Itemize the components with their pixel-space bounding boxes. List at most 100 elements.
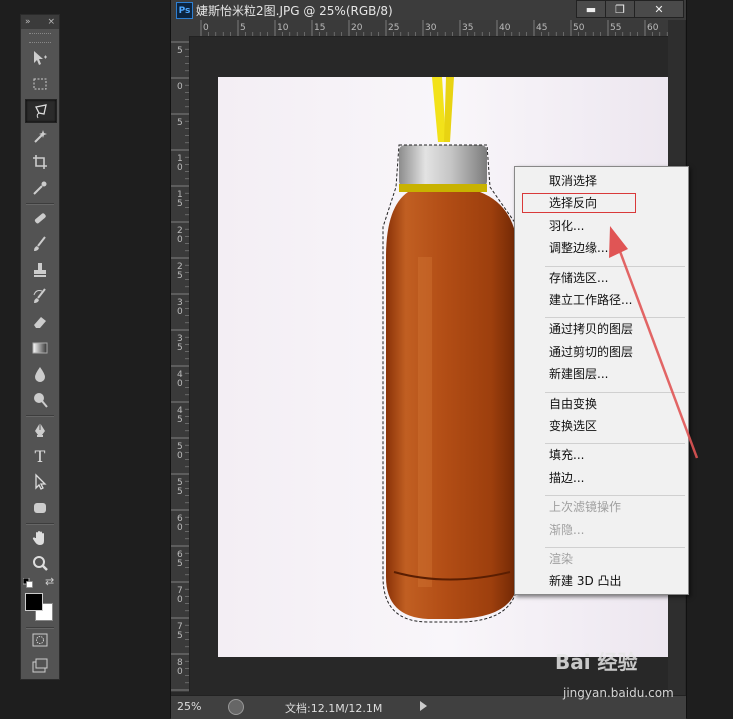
- ruler-label: 0: [177, 163, 183, 173]
- document-title: 婕斯怡米粒2图.JPG @ 25%(RGB/8): [196, 4, 393, 18]
- vertical-ruler[interactable]: 50510152025303540455055606570758085: [171, 36, 190, 692]
- pen-tool[interactable]: [25, 419, 55, 441]
- menu-item: 渐隐...: [549, 522, 585, 537]
- ruler-label: 0: [177, 595, 183, 605]
- ruler-label: 35: [462, 23, 473, 33]
- eraser-icon: [34, 317, 46, 328]
- dodge-tool[interactable]: [25, 389, 55, 411]
- menu-item[interactable]: 通过拷贝的图层: [549, 322, 633, 336]
- maximize-button[interactable]: ❐: [605, 0, 635, 18]
- history-brush-tool[interactable]: [25, 285, 55, 307]
- eyedropper-tool[interactable]: [25, 177, 55, 199]
- healing-icon: [34, 213, 46, 224]
- magic-wand-tool[interactable]: [25, 125, 55, 147]
- ruler-label: 60: [647, 23, 659, 33]
- menu-item[interactable]: 填充...: [549, 448, 584, 462]
- status-menu-arrow-icon[interactable]: [420, 701, 427, 711]
- ruler-origin[interactable]: [171, 20, 191, 37]
- close-panel-button[interactable]: ×: [47, 17, 55, 27]
- eyedropper-icon: [33, 181, 47, 195]
- ruler-label: 0: [177, 235, 183, 245]
- stamp-tool[interactable]: [25, 259, 55, 281]
- menu-item[interactable]: 存储选区...: [549, 271, 608, 285]
- collapse-panel-button[interactable]: »: [25, 17, 31, 27]
- tools-panel: » × T ⇄: [20, 14, 60, 680]
- menu-separator: [545, 443, 685, 445]
- tools-panel-header: » ×: [21, 15, 59, 29]
- tool-separator: [26, 415, 54, 417]
- lasso-tool[interactable]: [25, 99, 57, 123]
- ruler-label: 0: [203, 23, 209, 33]
- marquee-tool[interactable]: [25, 73, 55, 95]
- shape-tool[interactable]: [25, 497, 55, 519]
- bottle-cap: [399, 145, 487, 187]
- tool-separator: [26, 203, 54, 205]
- menu-item[interactable]: 通过剪切的图层: [549, 345, 633, 359]
- hand-tool[interactable]: [25, 527, 55, 549]
- ruler-label: 0: [177, 667, 183, 677]
- bottle-highlight: [418, 257, 432, 587]
- amber-bottle: [386, 192, 518, 619]
- minimize-button[interactable]: ▬: [576, 0, 606, 18]
- healing-tool[interactable]: [25, 207, 55, 229]
- menu-item[interactable]: 羽化...: [549, 219, 584, 233]
- ruler-label: 45: [536, 23, 547, 33]
- zoom-tool[interactable]: [25, 553, 55, 575]
- horizontal-ruler[interactable]: 0 5 10 15 20 25 30 35 40 45 50 55 60: [190, 20, 668, 37]
- menu-item[interactable]: 自由变换: [549, 397, 597, 411]
- gradient-icon: [32, 342, 48, 354]
- ruler-label: 5: [177, 631, 183, 641]
- menu-separator: [545, 547, 685, 548]
- ruler-label: 25: [388, 23, 399, 33]
- screen-mode-button[interactable]: [25, 655, 55, 677]
- swap-colors-icon[interactable]: ⇄: [45, 575, 57, 588]
- type-tool[interactable]: T: [25, 445, 55, 467]
- default-colors-icon[interactable]: [22, 577, 33, 588]
- zoom-icon: [33, 556, 48, 571]
- pen-icon: [35, 423, 45, 437]
- menu-item[interactable]: 变换选区: [549, 419, 597, 433]
- shape-icon: [34, 503, 46, 513]
- tool-separator: [26, 523, 54, 525]
- history-brush-icon: [33, 288, 46, 303]
- menu-item[interactable]: 新建 3D 凸出: [549, 574, 622, 588]
- ruler-label: 0: [177, 451, 183, 461]
- ruler-label: 0: [177, 379, 183, 389]
- close-button[interactable]: ✕: [634, 0, 684, 18]
- ruler-label: 40: [499, 23, 511, 33]
- gradient-tool[interactable]: [25, 337, 55, 359]
- context-menu: 取消选择 选择反向 羽化... 调整边缘... 存储选区... 建立工作路径... 通过拷贝…: [514, 166, 689, 595]
- menu-separator: [545, 391, 685, 393]
- cap-ring: [399, 184, 487, 192]
- stamp-icon: [34, 263, 46, 277]
- watermark-url: jingyan.baidu.com: [563, 686, 674, 700]
- path-select-icon: [35, 473, 47, 490]
- panel-grip[interactable]: [29, 33, 51, 43]
- dodge-icon: [34, 393, 48, 408]
- menu-item[interactable]: 调整边缘...: [549, 241, 608, 255]
- watermark-brand: Bai 经验: [555, 650, 638, 674]
- menu-item[interactable]: 新建图层...: [549, 367, 608, 381]
- menu-item[interactable]: 描边...: [549, 471, 584, 485]
- zoom-level[interactable]: 25%: [177, 700, 201, 713]
- move-tool[interactable]: [25, 47, 55, 69]
- ruler-label: 5: [177, 487, 183, 497]
- hand-icon: [32, 531, 44, 545]
- menu-item[interactable]: 建立工作路径...: [549, 293, 632, 307]
- crop-icon: [33, 155, 47, 169]
- eraser-tool[interactable]: [25, 311, 55, 333]
- blur-tool[interactable]: [25, 363, 55, 385]
- brush-tool[interactable]: [25, 233, 55, 255]
- status-info-icon[interactable]: [228, 699, 244, 715]
- document-titlebar[interactable]: Ps 婕斯怡米粒2图.JPG @ 25%(RGB/8) ▬ ❐ ✕: [171, 0, 686, 20]
- ruler-label: 5: [177, 343, 183, 353]
- marquee-icon: [33, 78, 47, 90]
- brush-icon: [34, 236, 46, 251]
- crop-tool[interactable]: [25, 151, 55, 173]
- menu-item: 上次滤镜操作: [549, 500, 622, 515]
- foreground-color-swatch[interactable]: [25, 593, 43, 611]
- menu-item[interactable]: 取消选择: [549, 174, 597, 188]
- path-select-tool[interactable]: [25, 471, 55, 493]
- quick-mask-button[interactable]: [25, 629, 55, 651]
- ruler-label: 10: [277, 23, 289, 33]
